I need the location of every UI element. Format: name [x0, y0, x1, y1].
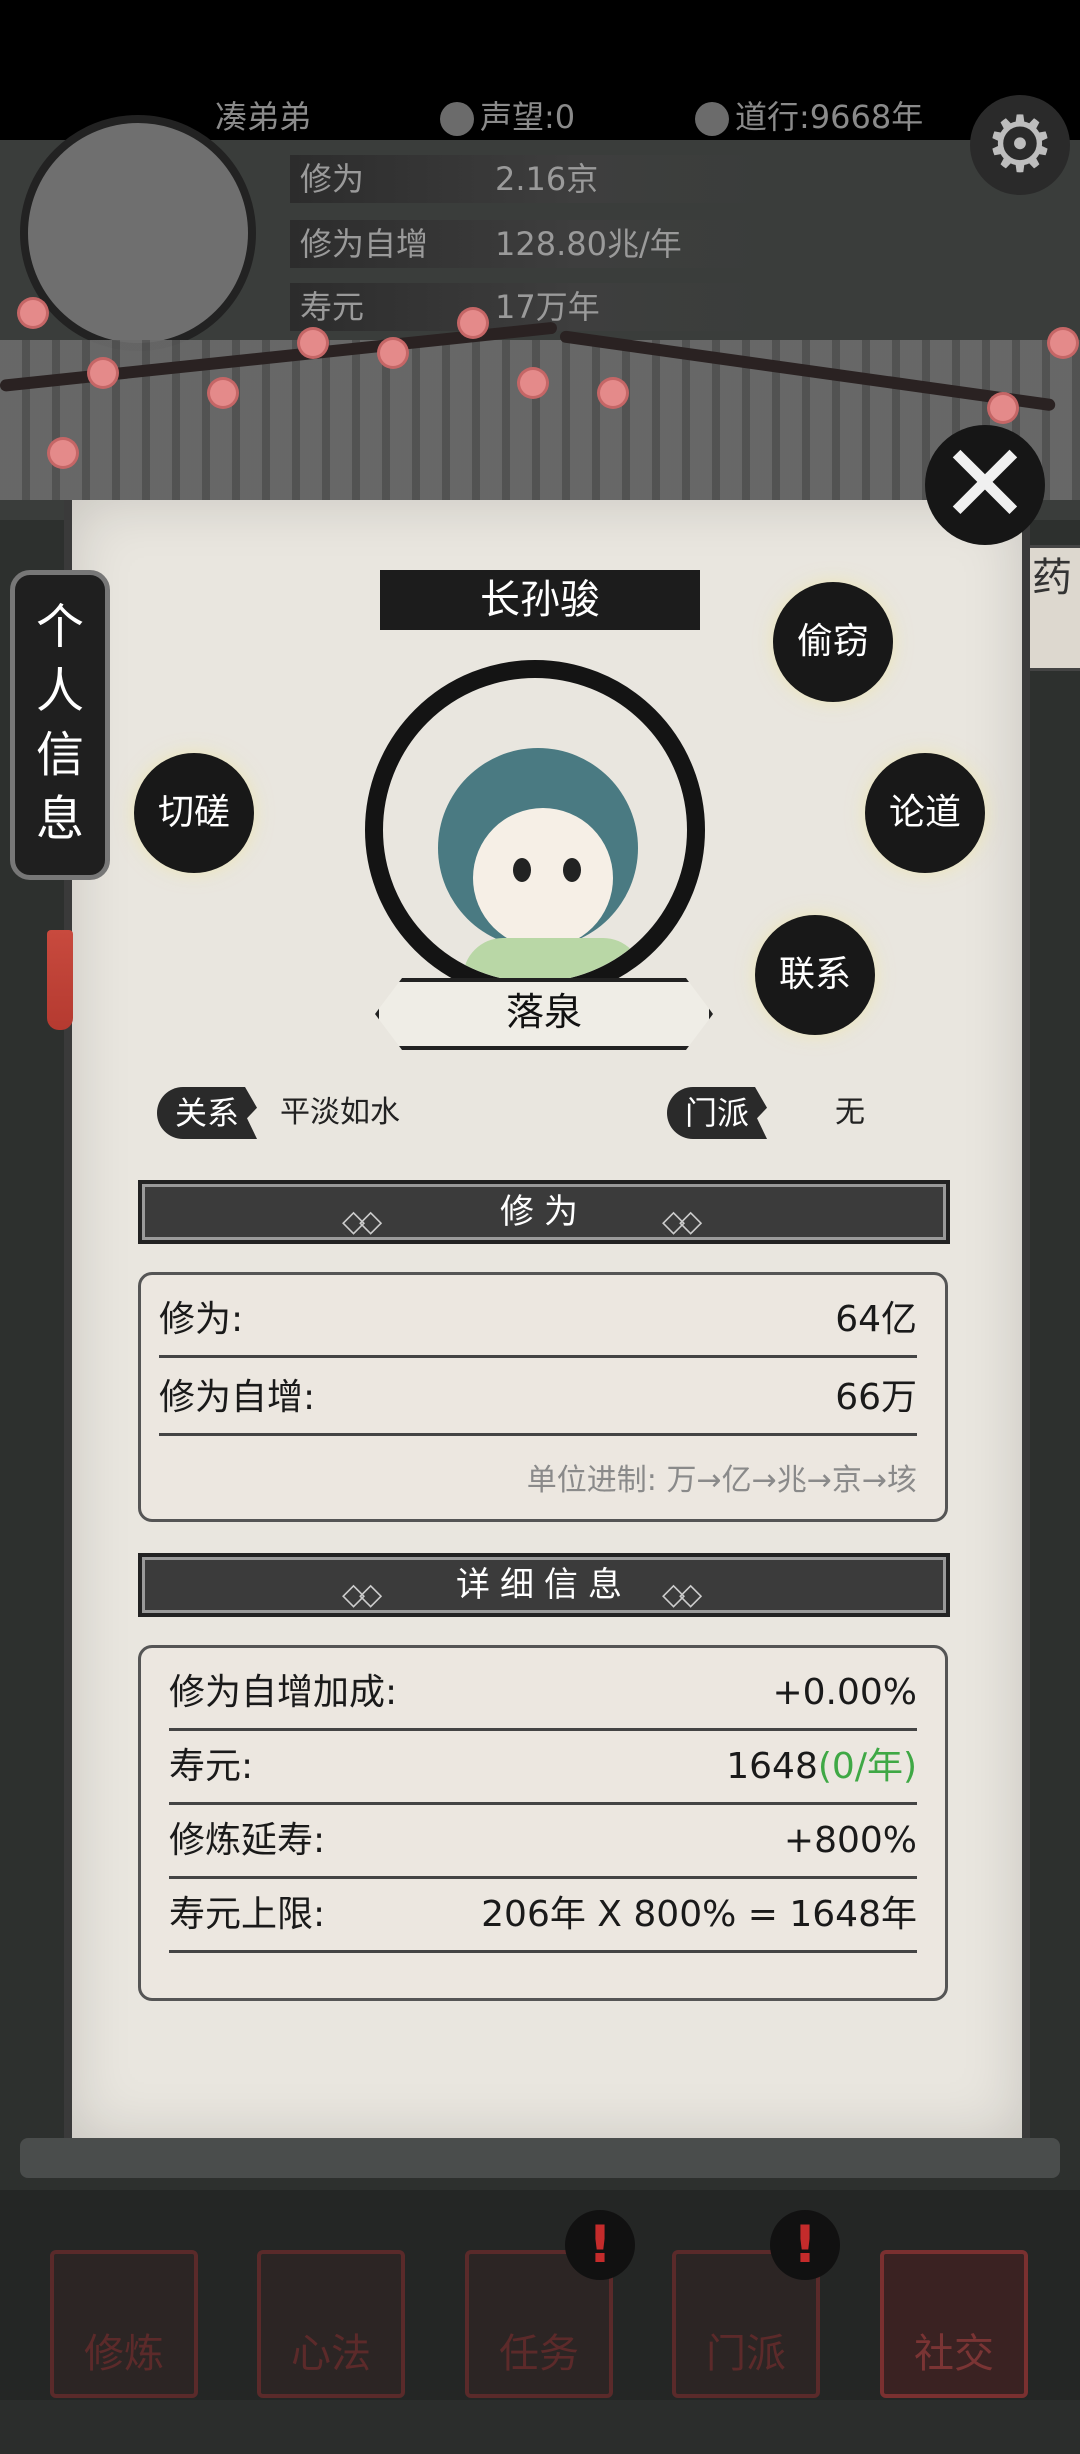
- stat-value: 128.80兆/年: [495, 225, 682, 263]
- reputation-display: 声望:0: [440, 92, 575, 138]
- close-icon[interactable]: ✕: [925, 425, 1045, 545]
- tassel-decoration: [47, 930, 73, 1030]
- blossom: [210, 380, 236, 406]
- row-label: 修为自增加成:: [169, 1672, 398, 1713]
- row-label: 寿元上限:: [169, 1894, 326, 1935]
- blossom: [20, 300, 46, 326]
- blossom: [520, 370, 546, 396]
- section-title: 详细信息: [456, 1565, 632, 1605]
- steal-button[interactable]: 偷窃: [773, 582, 893, 702]
- row-value: 206年 X 800% = 1648年: [481, 1894, 917, 1935]
- portrait-face: [473, 808, 613, 948]
- row-value: 66万: [835, 1377, 917, 1418]
- spar-button[interactable]: 切磋: [134, 753, 254, 873]
- blossom: [1050, 330, 1076, 356]
- stat-growth: 修为自增 128.80兆/年: [290, 220, 770, 268]
- sect-value: 无: [835, 1095, 865, 1130]
- blossom: [380, 340, 406, 366]
- row-label: 修炼延寿:: [169, 1820, 326, 1861]
- row-value-group: 1648(0/年): [726, 1732, 917, 1802]
- blossom: [300, 330, 326, 356]
- blossom: [990, 395, 1016, 421]
- nav-cultivate[interactable]: 修炼: [50, 2250, 198, 2398]
- gear-icon[interactable]: ⚙: [970, 95, 1070, 195]
- row-label: 修为自增:: [159, 1377, 316, 1418]
- contact-button[interactable]: 联系: [755, 915, 875, 1035]
- cultivation-header: ◇◇ 修为 ◇◇: [138, 1180, 950, 1244]
- cultivation-growth-row: 修为自增: 66万: [159, 1363, 917, 1436]
- coin-icon: [440, 102, 474, 136]
- npc-portrait: [365, 660, 705, 1000]
- diamond-ornament: ◇◇: [662, 1204, 702, 1239]
- diamond-ornament: ◇◇: [662, 1577, 702, 1612]
- details-header: ◇◇ 详细信息 ◇◇: [138, 1553, 950, 1617]
- row-value: +0.00%: [772, 1672, 917, 1713]
- stat-label: 修为: [300, 160, 365, 198]
- unit-note: 单位进制: 万→亿→兆→京→垓: [526, 1463, 917, 1498]
- nav-social[interactable]: 社交: [880, 2250, 1028, 2398]
- yin-yang-icon: [695, 102, 729, 136]
- portrait-eye: [513, 858, 531, 882]
- sect-tag: 门派: [667, 1087, 768, 1139]
- details-panel: 修为自增加成: +0.00% 寿元: 1648(0/年) 修炼延寿: +800%…: [138, 1645, 948, 2001]
- player-name: 凑弟弟: [215, 98, 312, 136]
- lifespan-value: 1648: [726, 1746, 818, 1787]
- reputation-text: 声望:0: [480, 98, 576, 136]
- detail-row: 修为自增加成: +0.00%: [169, 1658, 917, 1731]
- stat-label: 寿元: [300, 288, 365, 326]
- detail-row: 寿元: 1648(0/年): [169, 1732, 917, 1805]
- portrait-eye: [563, 858, 581, 882]
- cultivation-panel: 修为: 64亿 修为自增: 66万 单位进制: 万→亿→兆→京→垓: [138, 1272, 948, 1522]
- row-label: 寿元:: [169, 1746, 254, 1787]
- dao-display: 道行:9668年: [695, 92, 923, 138]
- npc-name: 长孙骏: [380, 570, 700, 630]
- lifespan-rate: (0/年): [817, 1746, 917, 1787]
- sect-place-plate: 落泉: [375, 978, 713, 1050]
- blossom: [600, 380, 626, 406]
- tab-label: 个人信息: [35, 599, 84, 847]
- section-title: 修为: [500, 1192, 588, 1232]
- diamond-ornament: ◇◇: [342, 1577, 382, 1612]
- tab-personal-info[interactable]: 个人信息: [10, 570, 110, 880]
- alert-icon: !: [565, 2210, 635, 2280]
- row-value: +800%: [783, 1820, 917, 1861]
- relation-value: 平淡如水: [280, 1095, 400, 1130]
- detail-row: 修炼延寿: +800%: [169, 1806, 917, 1879]
- blossom: [460, 310, 486, 336]
- blossom: [50, 440, 76, 466]
- cultivation-row: 修为: 64亿: [159, 1285, 917, 1358]
- dao-text: 道行:9668年: [735, 98, 924, 136]
- diamond-ornament: ◇◇: [342, 1204, 382, 1239]
- discuss-button[interactable]: 论道: [865, 753, 985, 873]
- player-avatar[interactable]: [20, 115, 256, 351]
- stat-label: 修为自增: [300, 225, 429, 263]
- alert-icon: !: [770, 2210, 840, 2280]
- stat-value: 2.16京: [495, 160, 599, 198]
- blossom: [90, 360, 116, 386]
- nav-techniques[interactable]: 心法: [257, 2250, 405, 2398]
- stat-cultivation: 修为 2.16京: [290, 155, 770, 203]
- scroll-rod: [20, 2138, 1060, 2178]
- detail-row: 寿元上限: 206年 X 800% = 1648年: [169, 1880, 917, 1953]
- row-value: 64亿: [835, 1299, 917, 1340]
- relation-tag: 关系: [157, 1087, 258, 1139]
- row-label: 修为:: [159, 1299, 244, 1340]
